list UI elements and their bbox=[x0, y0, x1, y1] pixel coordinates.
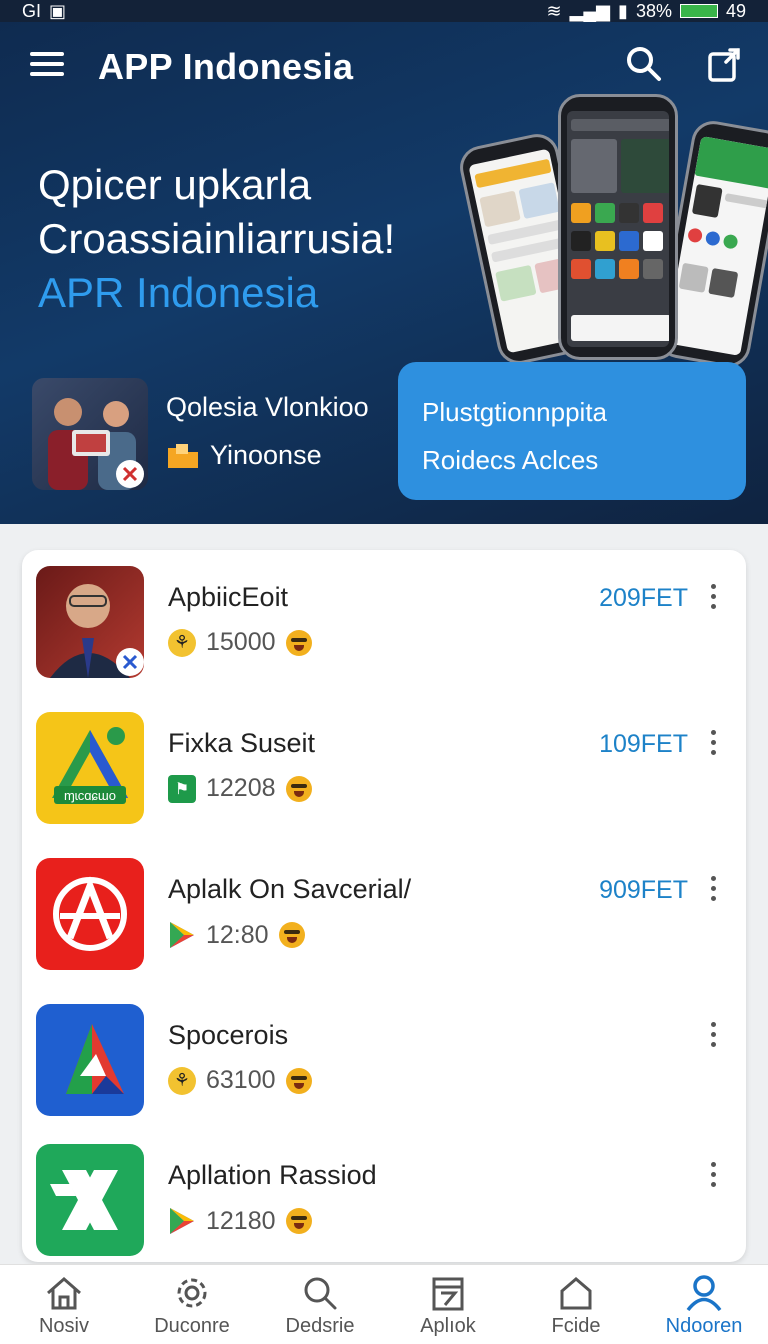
app-meta: ⚘ 63100 bbox=[168, 1066, 312, 1095]
menu-button[interactable] bbox=[30, 52, 64, 80]
app-meta: 12:80 bbox=[168, 920, 305, 950]
app-meta: 12180 bbox=[168, 1206, 312, 1236]
app-meta: ⚑ 12208 bbox=[168, 774, 312, 803]
hero-banner: APP Indonesia Qpicer upkarla Croassiainl… bbox=[0, 22, 768, 524]
app-name: Spocerois bbox=[168, 1020, 289, 1050]
app-count: 63100 bbox=[206, 1066, 276, 1094]
person-photo-icon bbox=[36, 566, 144, 678]
app-name: Fixka Suseit bbox=[168, 728, 316, 758]
emoji-icon bbox=[285, 629, 312, 656]
cta-button[interactable]: Plustgtionnppita Roidecs Aclces bbox=[398, 362, 746, 500]
flag-icon: ⚑ bbox=[168, 774, 196, 803]
phone-mockup-center bbox=[558, 94, 678, 360]
app-price: 209FET bbox=[599, 584, 688, 612]
hero-line-3: APR Indonesia bbox=[38, 269, 319, 316]
bottom-navigation: Nosiv Duconre Dedsrie Aplıok Fcide Ndoor… bbox=[0, 1264, 768, 1344]
play-store-icon bbox=[170, 922, 194, 948]
nav-label: Duconre bbox=[154, 1315, 230, 1337]
nav-label: Fcide bbox=[551, 1315, 601, 1337]
app-meta: ⚘ 15000 bbox=[168, 628, 312, 657]
app-price: 909FET bbox=[599, 876, 688, 904]
nav-item-search[interactable]: Dedsrie bbox=[256, 1265, 384, 1344]
list-item[interactable]: Spocerois ⚘ 63100 bbox=[22, 990, 746, 1116]
share-button[interactable] bbox=[704, 44, 744, 84]
share-icon bbox=[708, 48, 740, 82]
house-outline-icon bbox=[560, 1277, 592, 1310]
emoji-icon bbox=[285, 775, 312, 802]
emoji-icon bbox=[285, 1208, 312, 1234]
battery-level: 38% bbox=[635, 0, 672, 21]
app-name: Aplalk On Savcerial/ bbox=[168, 874, 412, 904]
list-item[interactable]: ɱɩcɑɕɯo Fixka Suseit ⚑ 12208 109FET bbox=[22, 698, 746, 824]
status-bar: GI ▣ ≋ ▂▄▆ ▮ 38% 49 bbox=[0, 0, 768, 22]
app-count: 12208 bbox=[206, 774, 276, 802]
profile-subtitle: Yinoonse bbox=[210, 440, 322, 470]
nav-label: Aplıok bbox=[420, 1315, 476, 1337]
profile-subtitle-row: Yinoonse bbox=[166, 440, 322, 471]
menu-icon-bar bbox=[30, 62, 64, 66]
hero-line-1: Qpicer upkarla bbox=[38, 161, 312, 208]
a-circle-icon bbox=[36, 858, 144, 970]
person-icon bbox=[686, 1275, 722, 1311]
nav-item-apps[interactable]: Aplıok bbox=[384, 1265, 512, 1344]
more-options-button[interactable] bbox=[706, 1162, 720, 1192]
signal-icon: ▂▄▆ bbox=[569, 0, 611, 21]
status-right-text: 49 bbox=[725, 0, 746, 21]
nav-label: Ndooren bbox=[665, 1315, 743, 1337]
more-options-button[interactable] bbox=[706, 730, 720, 760]
app-list: ApbiicEoit ⚘ 15000 209FET ɱɩcɑɕɯo Fixka … bbox=[22, 550, 746, 1262]
profile-name: Qolesia Vlonkioo bbox=[166, 392, 369, 422]
featured-profile[interactable]: Qolesia Vlonkioo Yinoonse bbox=[32, 378, 392, 490]
app-count: 12:80 bbox=[206, 920, 269, 949]
status-left-text: GI bbox=[22, 0, 42, 21]
home-icon bbox=[47, 1277, 81, 1310]
list-item[interactable]: ApbiicEoit ⚘ 15000 209FET bbox=[22, 552, 746, 678]
phones-illustration bbox=[456, 94, 768, 374]
app-name: ApbiicEoit bbox=[168, 582, 289, 612]
calendar-icon bbox=[432, 1277, 464, 1311]
search-icon bbox=[304, 1277, 337, 1310]
hero-headline: Qpicer upkarla Croassiainliarrusia! APR … bbox=[38, 158, 508, 320]
nav-label: Dedsrie bbox=[285, 1315, 355, 1337]
coin-icon: ⚘ bbox=[168, 1066, 196, 1095]
app-price: 109FET bbox=[599, 730, 688, 758]
arrow-logo-icon bbox=[36, 1004, 144, 1116]
menu-icon bbox=[30, 52, 64, 56]
coin-icon: ⚘ bbox=[168, 628, 196, 657]
image-icon: ▣ bbox=[49, 0, 67, 21]
triangle-logo-icon: ɱɩcɑɕɯo bbox=[36, 712, 144, 824]
app-count: 15000 bbox=[206, 628, 276, 656]
battery-icon: ▮ bbox=[618, 0, 628, 21]
nav-item-settings[interactable]: Duconre bbox=[128, 1265, 256, 1344]
app-count: 12180 bbox=[206, 1206, 276, 1235]
list-item[interactable]: Apllation Rassiod 12180 bbox=[22, 1130, 746, 1256]
emoji-icon bbox=[285, 1067, 312, 1094]
app-title: APP Indonesia bbox=[98, 46, 354, 87]
cta-line-2: Roidecs Aclces bbox=[422, 445, 599, 475]
cta-line-1: Plustgtionnppita bbox=[422, 397, 608, 427]
charging-icon bbox=[679, 4, 718, 18]
list-item[interactable]: Aplalk On Savcerial/ 12:80 909FET bbox=[22, 844, 746, 970]
app-name: Apllation Rassiod bbox=[168, 1160, 377, 1190]
emoji-icon bbox=[278, 922, 305, 948]
search-icon bbox=[627, 47, 661, 81]
play-store-icon bbox=[170, 1208, 194, 1234]
x-logo-icon bbox=[36, 1144, 144, 1256]
search-button[interactable] bbox=[624, 44, 664, 84]
more-options-button[interactable] bbox=[706, 876, 720, 906]
wifi-icon: ≋ bbox=[546, 0, 562, 21]
avatar bbox=[32, 378, 148, 490]
nav-item-feed[interactable]: Fcide bbox=[512, 1265, 640, 1344]
more-options-button[interactable] bbox=[706, 584, 720, 614]
gear-icon bbox=[177, 1278, 207, 1308]
nav-item-profile[interactable]: Ndooren bbox=[640, 1265, 768, 1344]
more-options-button[interactable] bbox=[706, 1022, 720, 1052]
menu-icon-bar bbox=[30, 72, 64, 76]
nav-item-home[interactable]: Nosiv bbox=[0, 1265, 128, 1344]
hero-line-2: Croassiainliarrusia! bbox=[38, 215, 396, 262]
nav-label: Nosiv bbox=[38, 1315, 89, 1337]
svg-text:ɱɩcɑɕɯo: ɱɩcɑɕɯo bbox=[64, 788, 116, 803]
folder-icon bbox=[168, 443, 198, 468]
